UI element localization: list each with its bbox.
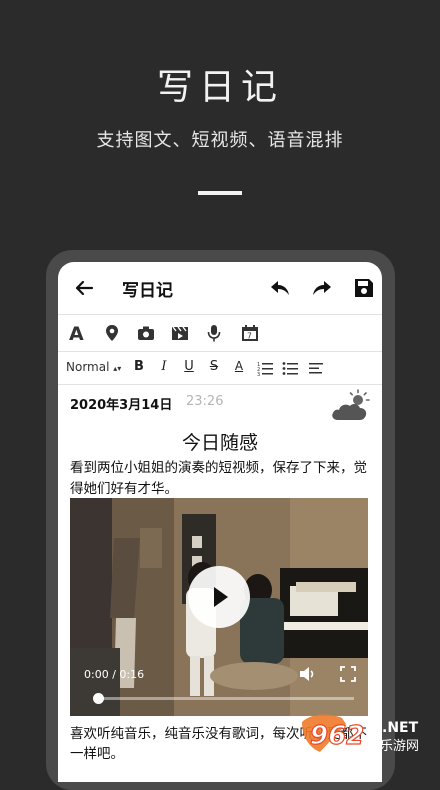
video-progress-track[interactable] [98, 697, 354, 700]
page-title: 写日记 [122, 281, 173, 301]
select-arrows-icon: ▴▾ [113, 364, 122, 373]
svg-text:A: A [69, 323, 84, 343]
hero-title: 写日记 [156, 67, 283, 108]
video-player[interactable]: 0:00 / 0:16 [70, 498, 368, 716]
paragraph-style-value: Normal [66, 360, 110, 374]
italic-button[interactable]: I [155, 359, 173, 374]
save-icon[interactable] [352, 276, 376, 300]
redo-icon[interactable] [310, 276, 334, 300]
svg-text:7: 7 [247, 332, 252, 341]
note-date: 2020年3月14日 [70, 398, 173, 413]
underline-button[interactable]: U [180, 359, 198, 374]
font-color-button[interactable]: A [230, 359, 248, 373]
phone-screen: 写日记 A 7 Normal ▴▾ B I U S A 1 2 3 2020年3… [58, 262, 382, 782]
watermark-brand: 962 [310, 721, 364, 751]
partly-cloudy-icon[interactable] [330, 388, 372, 424]
watermark-suffix: .NET [382, 720, 419, 736]
play-icon [214, 587, 228, 607]
hero-subtitle: 支持图文、短视频、语音混排 [96, 130, 344, 151]
hero-divider [198, 191, 242, 195]
note-time: 23:26 [186, 394, 224, 409]
calendar-icon[interactable]: 7 [240, 323, 260, 343]
note-title[interactable]: 今日随感 [58, 428, 382, 455]
video-icon[interactable] [170, 323, 190, 343]
camera-icon[interactable] [136, 323, 156, 343]
app-header: 写日记 [58, 262, 382, 315]
format-toolbar: Normal ▴▾ B I U S A 1 2 3 [58, 352, 382, 385]
ordered-list-icon[interactable]: 1 2 3 [257, 360, 273, 376]
video-time-readout: 0:00 / 0:16 [84, 668, 145, 681]
svg-text:3: 3 [257, 372, 260, 376]
strikethrough-button[interactable]: S [205, 359, 223, 374]
align-left-icon[interactable] [308, 360, 324, 376]
location-icon[interactable] [102, 323, 122, 343]
watermark-site: 乐游网 [380, 739, 419, 754]
note-paragraph-1[interactable]: 看到两位小姐姐的演奏的短视频，保存了下来，觉得她们好有才华。 [70, 458, 374, 500]
insert-toolbar: A 7 [58, 315, 382, 352]
undo-icon[interactable] [268, 276, 292, 300]
back-arrow-icon[interactable] [72, 276, 96, 300]
bullet-list-icon[interactable] [282, 360, 298, 376]
microphone-icon[interactable] [204, 323, 224, 343]
fullscreen-icon[interactable] [340, 666, 356, 682]
text-style-icon[interactable]: A [68, 323, 88, 343]
video-progress-handle[interactable] [93, 693, 104, 704]
volume-icon[interactable] [298, 666, 318, 682]
site-watermark: 962 .NET 乐游网 [302, 714, 419, 754]
bold-button[interactable]: B [130, 359, 148, 374]
play-button[interactable] [188, 566, 250, 628]
paragraph-style-select[interactable]: Normal ▴▾ [66, 360, 121, 374]
